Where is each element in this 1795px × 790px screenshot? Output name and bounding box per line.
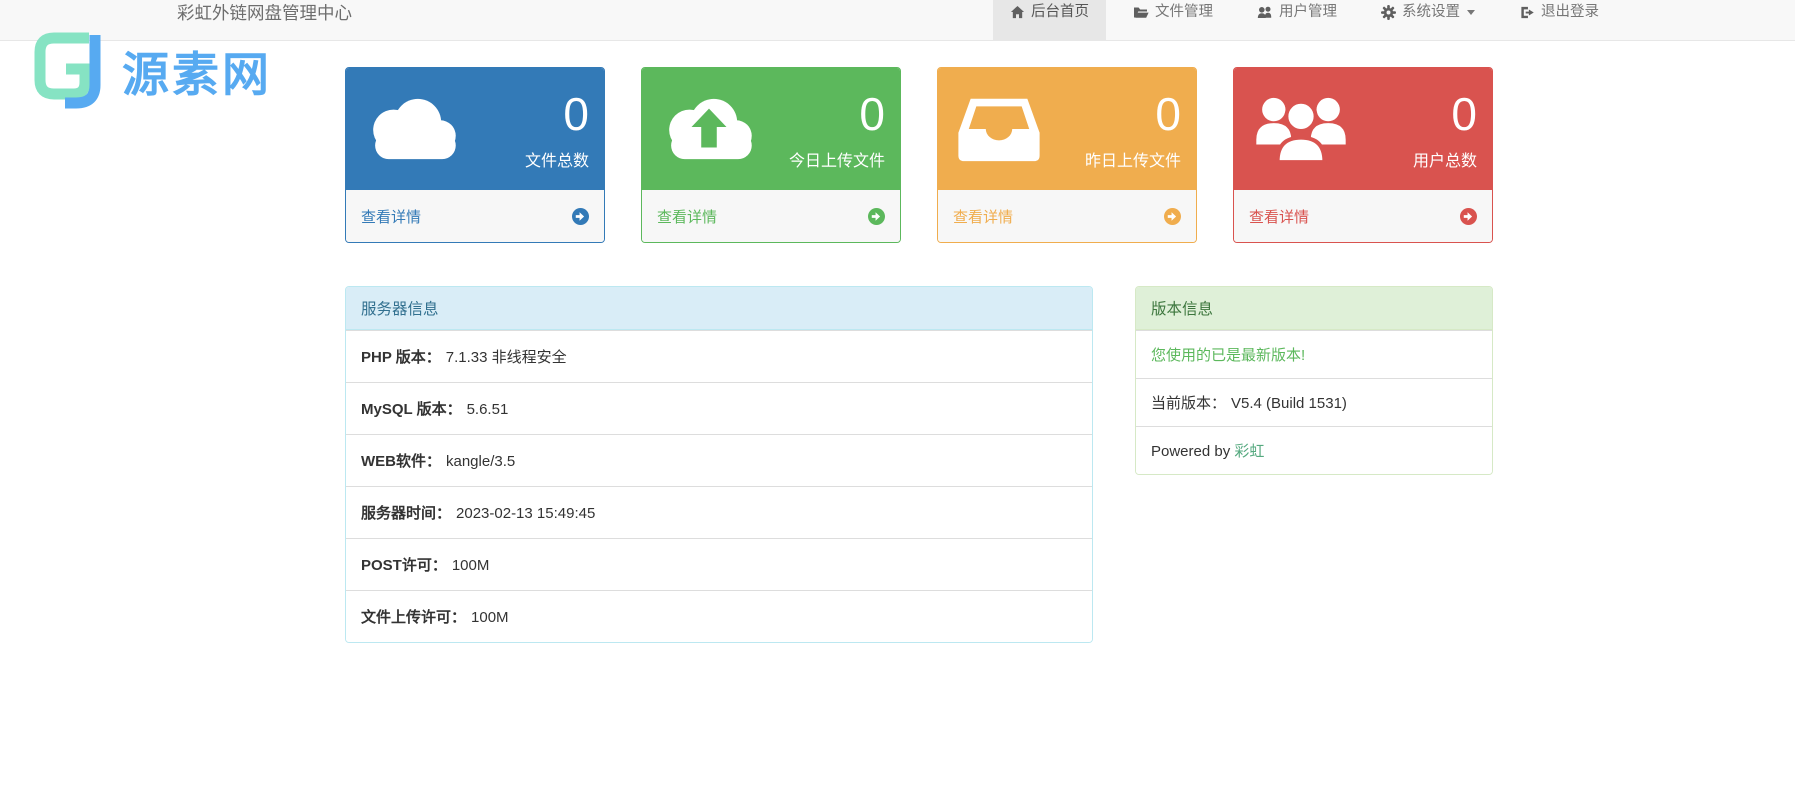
stat-value: 0 [1451, 88, 1477, 140]
powered-by-link[interactable]: 彩虹 [1234, 443, 1264, 460]
page-title: 彩虹外链网盘管理中心 [177, 3, 352, 23]
server-info-row-mysql: MySQL 版本： 5.6.51 [346, 382, 1092, 434]
stat-value: 0 [563, 88, 589, 140]
nav-item-system-settings[interactable]: 系统设置 [1364, 0, 1492, 40]
view-details-link[interactable]: 查看详情 [1234, 190, 1492, 242]
stat-card-today-uploads: 0 今日上传文件 查看详情 [641, 67, 901, 243]
version-row-powered-by: Powered by 彩虹 [1136, 426, 1492, 474]
server-info-panel: 服务器信息 PHP 版本： 7.1.33 非线程安全 MySQL 版本： 5.6.5… [345, 286, 1093, 643]
nav-item-dashboard[interactable]: 后台首页 [993, 0, 1106, 40]
users-group-icon [1251, 68, 1355, 190]
navbar-menu: 后台首页 文件管理 用户管理 系统设置 退出登录 [993, 0, 1626, 40]
stat-label: 昨日上传文件 [1084, 153, 1181, 170]
view-details-link[interactable]: 查看详情 [938, 190, 1196, 242]
watermark-text: 源素网 [122, 47, 272, 101]
stat-label: 文件总数 [524, 153, 589, 170]
arrow-circle-right-icon [1460, 207, 1477, 225]
cloud-icon [363, 68, 467, 190]
nav-item-logout[interactable]: 退出登录 [1502, 0, 1616, 40]
stat-card-body: 0 今日上传文件 [642, 68, 900, 190]
nav-item-label: 系统设置 [1402, 4, 1460, 20]
gj-monogram-icon [34, 32, 101, 109]
gear-icon [1381, 5, 1396, 20]
server-info-row-time: 服务器时间： 2023-02-13 15:49:45 [346, 486, 1092, 538]
nav-item-label: 后台首页 [1031, 4, 1089, 20]
stat-card-body: 0 用户总数 [1234, 68, 1492, 190]
stat-label: 今日上传文件 [788, 153, 885, 170]
info-panels-row: 服务器信息 PHP 版本： 7.1.33 非线程安全 MySQL 版本： 5.6.5… [345, 286, 1493, 643]
version-row-latest: 您使用的已是最新版本! [1136, 330, 1492, 378]
nav-item-label: 文件管理 [1155, 4, 1213, 20]
panel-title: 服务器信息 [346, 287, 1092, 330]
view-details-link[interactable]: 查看详情 [642, 190, 900, 242]
stat-label: 用户总数 [1412, 153, 1477, 170]
main-content: 0 文件总数 查看详情 0 今日上传文件 查看详情 0 昨日上传文件 查看详情 … [345, 67, 1493, 643]
admin-dashboard-page: 彩虹外链网盘管理中心 后台首页 文件管理 用户管理 系统设置 退出登录 源素网 … [0, 0, 1795, 790]
stat-card-body: 0 文件总数 [346, 68, 604, 190]
watermark-logo: 源素网 [28, 28, 272, 112]
stat-card-users-total: 0 用户总数 查看详情 [1233, 67, 1493, 243]
sign-out-icon [1521, 6, 1534, 19]
users-icon [1257, 6, 1272, 18]
stat-card-yesterday-uploads: 0 昨日上传文件 查看详情 [937, 67, 1197, 243]
arrow-circle-right-icon [1164, 207, 1181, 225]
stat-value: 0 [859, 88, 885, 140]
stat-cards-row: 0 文件总数 查看详情 0 今日上传文件 查看详情 0 昨日上传文件 查看详情 … [345, 67, 1493, 243]
server-info-row-php: PHP 版本： 7.1.33 非线程安全 [346, 330, 1092, 382]
version-info-panel: 版本信息 您使用的已是最新版本! 当前版本： V5.4 (Build 1531) … [1135, 286, 1493, 475]
nav-item-user-management[interactable]: 用户管理 [1240, 0, 1354, 40]
stat-value: 0 [1155, 88, 1181, 140]
panel-title: 版本信息 [1136, 287, 1492, 330]
cloud-upload-icon [659, 68, 763, 190]
caret-down-icon [1467, 10, 1475, 15]
folder-open-icon [1134, 7, 1149, 18]
arrow-circle-right-icon [572, 207, 589, 225]
nav-item-label: 退出登录 [1541, 4, 1599, 20]
home-icon [1010, 5, 1025, 19]
inbox-icon [955, 68, 1059, 190]
stat-card-body: 0 昨日上传文件 [938, 68, 1196, 190]
server-info-row-upload-limit: 文件上传许可： 100M [346, 590, 1092, 642]
latest-version-message: 您使用的已是最新版本! [1151, 347, 1306, 364]
nav-item-label: 用户管理 [1279, 4, 1337, 20]
version-row-current: 当前版本： V5.4 (Build 1531) [1136, 378, 1492, 426]
server-info-row-post-limit: POST许可： 100M [346, 538, 1092, 590]
stat-card-files-total: 0 文件总数 查看详情 [345, 67, 605, 243]
arrow-circle-right-icon [868, 207, 885, 225]
server-info-row-webserver: WEB软件： kangle/3.5 [346, 434, 1092, 486]
nav-item-file-management[interactable]: 文件管理 [1116, 0, 1230, 40]
view-details-link[interactable]: 查看详情 [346, 190, 604, 242]
